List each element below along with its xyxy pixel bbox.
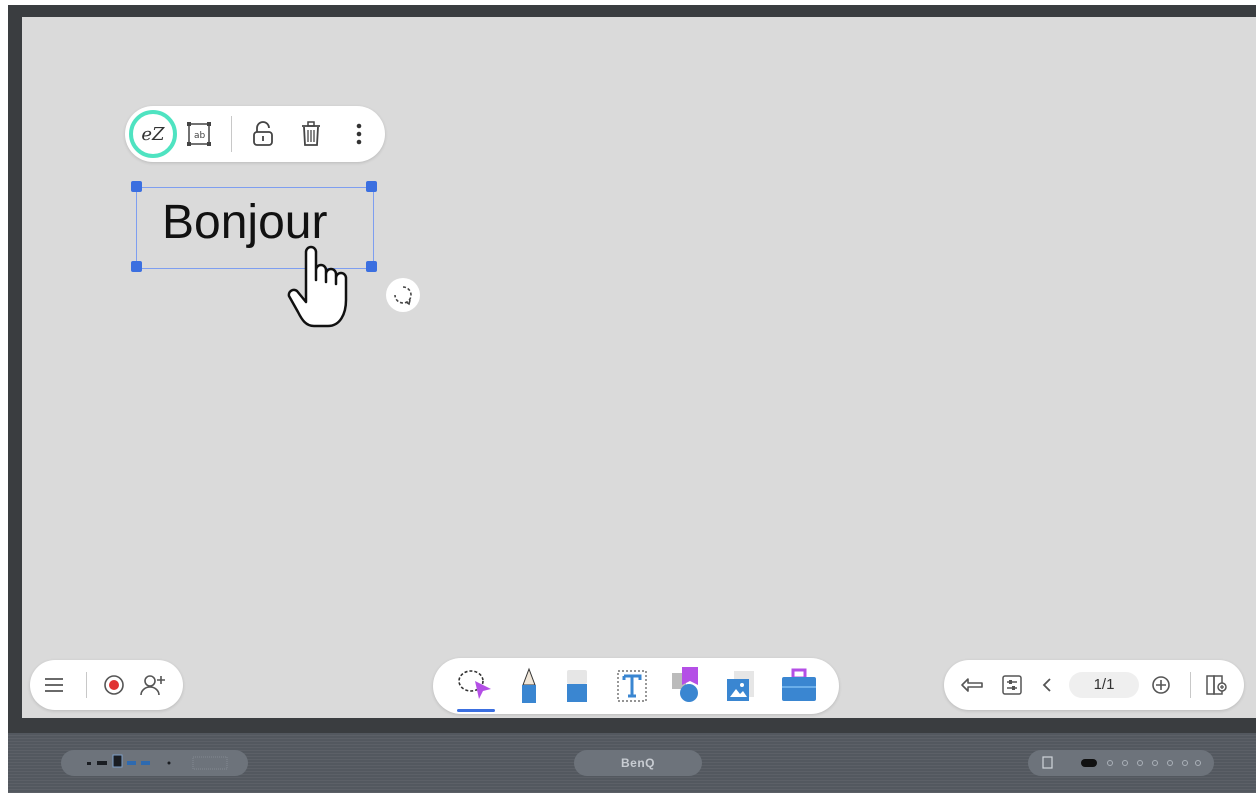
record-icon[interactable]	[100, 671, 128, 699]
tools-toolbar	[433, 658, 839, 714]
resize-handle-bottom-right[interactable]	[366, 261, 377, 272]
unlock-icon[interactable]	[249, 120, 277, 148]
page-navigation-toolbar: 1/1	[944, 660, 1244, 710]
object-toolbar: eZ ab	[125, 106, 385, 162]
eraser-tool[interactable]	[559, 666, 595, 706]
brand-logo: BenQ	[620, 756, 655, 770]
whiteboard-canvas[interactable]: eZ ab Bonjour 1/1	[22, 17, 1256, 718]
toolbar-divider	[1190, 672, 1191, 698]
trash-icon[interactable]	[297, 120, 325, 148]
pen-tool[interactable]	[511, 666, 547, 706]
ez-handwriting-convert-button[interactable]: eZ	[129, 110, 177, 158]
menu-icon[interactable]	[40, 671, 68, 699]
toolbar-divider	[86, 672, 87, 698]
io-ports-panel	[61, 750, 248, 776]
page-overview-icon[interactable]	[1202, 671, 1232, 699]
add-page-icon[interactable]	[1146, 671, 1176, 699]
text-convert-icon[interactable]: ab	[185, 120, 213, 148]
more-vertical-icon[interactable]	[347, 120, 371, 148]
hardware-buttons-icon	[1042, 756, 1201, 769]
select-tool[interactable]	[453, 666, 497, 706]
add-user-icon[interactable]	[138, 671, 168, 699]
resize-handle-top-right[interactable]	[366, 181, 377, 192]
toolbar-divider	[231, 116, 232, 152]
previous-page-icon[interactable]	[1036, 671, 1058, 699]
shapes-tool[interactable]	[667, 664, 707, 706]
svg-text:ab: ab	[194, 131, 206, 141]
toolbox-tool[interactable]	[777, 666, 821, 706]
hand-pointer-icon	[284, 242, 354, 337]
hardware-buttons-panel	[1028, 750, 1214, 776]
resize-handle-bottom-left[interactable]	[131, 261, 142, 272]
ports-icon	[87, 754, 228, 770]
rotate-handle-icon[interactable]	[386, 278, 420, 312]
image-tool[interactable]	[721, 666, 761, 706]
text-tool[interactable]	[613, 666, 651, 706]
brand-panel: BenQ	[574, 750, 702, 776]
settings-icon[interactable]	[998, 671, 1026, 699]
ez-label: eZ	[141, 123, 165, 145]
bottom-left-toolbar	[30, 660, 183, 710]
resize-handle-top-left[interactable]	[131, 181, 142, 192]
undo-icon[interactable]	[958, 671, 986, 699]
active-tool-indicator	[457, 709, 495, 712]
page-indicator[interactable]: 1/1	[1069, 672, 1139, 698]
hardware-bezel-bar: BenQ	[8, 733, 1256, 793]
